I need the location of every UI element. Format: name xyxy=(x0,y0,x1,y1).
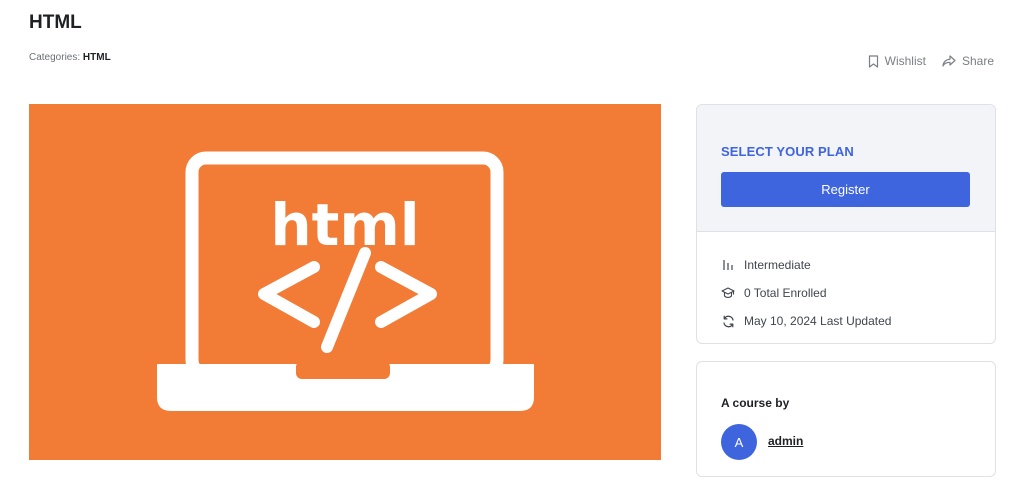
bookmark-icon xyxy=(868,54,879,68)
page-title: HTML xyxy=(29,12,82,33)
meta-updated-text: May 10, 2024 Last Updated xyxy=(744,314,892,328)
avatar[interactable]: A xyxy=(721,424,757,460)
author-card: A course by A admin xyxy=(696,361,996,477)
level-icon xyxy=(721,258,735,272)
meta-enrolled: 0 Total Enrolled xyxy=(721,279,891,307)
categories: Categories: HTML xyxy=(29,52,111,63)
course-meta: Intermediate 0 Total Enrolled May 10, 20… xyxy=(721,251,891,335)
course-actions: Wishlist Share xyxy=(868,54,994,68)
course-by-label: A course by xyxy=(721,396,790,410)
categories-label: Categories: xyxy=(29,52,81,63)
hero-html-text: html xyxy=(270,191,419,259)
share-button[interactable]: Share xyxy=(942,54,994,68)
meta-enrolled-text: 0 Total Enrolled xyxy=(744,286,827,300)
refresh-icon xyxy=(721,314,735,328)
course-thumbnail: html xyxy=(29,104,661,460)
plan-card: SELECT YOUR PLAN Register Intermediate 0… xyxy=(696,104,996,344)
category-link[interactable]: HTML xyxy=(83,52,111,63)
author-name-link[interactable]: admin xyxy=(768,434,803,448)
share-icon xyxy=(942,55,956,67)
wishlist-label: Wishlist xyxy=(884,54,926,68)
meta-level: Intermediate xyxy=(721,251,891,279)
meta-level-text: Intermediate xyxy=(744,258,811,272)
wishlist-button[interactable]: Wishlist xyxy=(868,54,926,68)
share-label: Share xyxy=(961,54,994,68)
register-button[interactable]: Register xyxy=(721,172,970,207)
plan-title: SELECT YOUR PLAN xyxy=(721,144,854,159)
graduation-cap-icon xyxy=(721,286,735,300)
plan-header: SELECT YOUR PLAN Register xyxy=(697,105,995,232)
meta-updated: May 10, 2024 Last Updated xyxy=(721,307,891,335)
